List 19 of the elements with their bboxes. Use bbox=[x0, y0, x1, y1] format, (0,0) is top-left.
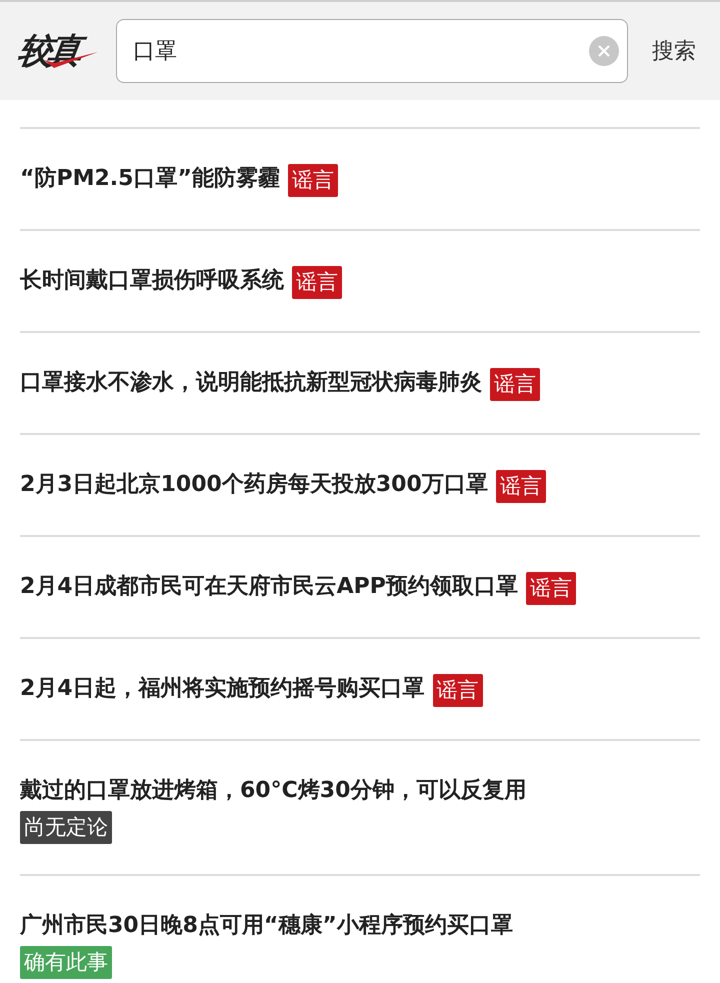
result-title[interactable]: 戴过的口罩放进烤箱，60°C烤30分钟，可以反复用 bbox=[20, 778, 526, 803]
result-title[interactable]: “防PM2.5口罩”能防雾霾 bbox=[20, 166, 280, 191]
search-button[interactable]: 搜索 bbox=[646, 36, 702, 66]
result-title[interactable]: 口罩接水不渗水，说明能抵抗新型冠状病毒肺炎 bbox=[20, 370, 482, 395]
verdict-tag: 谣言 bbox=[432, 674, 483, 708]
verdict-tag: 谣言 bbox=[288, 164, 338, 198]
search-field[interactable]: 口罩 bbox=[116, 19, 628, 83]
verdict-tag: 尚无定论 bbox=[20, 811, 112, 844]
result-title[interactable]: 2月3日起北京1000个药房每天投放300万口罩 bbox=[20, 472, 488, 497]
result-title[interactable]: 2月4日成都市民可在天府市民云APP预约领取口罩 bbox=[20, 574, 518, 599]
verdict-tag: 确有此事 bbox=[20, 946, 112, 979]
result-title[interactable]: 广州市民30日晚8点可用“穗康”小程序预约买口罩 bbox=[20, 913, 513, 938]
clear-icon[interactable] bbox=[589, 36, 619, 66]
verdict-tag: 谣言 bbox=[490, 368, 540, 402]
result-title[interactable]: 2月4日起，福州将实施预约摇号购买口罩 bbox=[20, 676, 425, 701]
verdict-tag: 谣言 bbox=[496, 470, 546, 504]
result-title[interactable]: 长时间戴口罩损伤呼吸系统 bbox=[20, 268, 284, 293]
verdict-tag: 谣言 bbox=[526, 572, 576, 606]
verdict-tag: 谣言 bbox=[292, 266, 342, 300]
